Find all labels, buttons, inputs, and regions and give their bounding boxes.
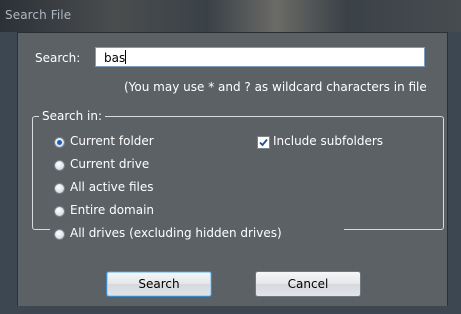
current-drive-radio[interactable] <box>54 160 65 171</box>
checkmark-icon <box>259 138 268 147</box>
search-input[interactable] <box>95 47 425 67</box>
search-label: Search: <box>35 51 81 65</box>
all-active-files-label[interactable]: All active files <box>70 180 154 194</box>
include-subfolders-label[interactable]: Include subfolders <box>273 134 383 148</box>
search-button[interactable]: Search <box>106 271 212 297</box>
cancel-button[interactable]: Cancel <box>255 271 361 297</box>
entire-domain-label[interactable]: Entire domain <box>70 203 154 217</box>
include-subfolders-checkbox[interactable] <box>257 136 270 149</box>
window-frame-bottom <box>0 306 461 314</box>
all-drives-label[interactable]: All drives (excluding hidden drives) <box>70 226 282 240</box>
all-active-files-radio[interactable] <box>54 183 65 194</box>
search-in-legend: Search in: <box>39 109 106 123</box>
entire-domain-radio[interactable] <box>54 206 65 217</box>
window-title: Search File <box>5 8 72 22</box>
current-folder-label[interactable]: Current folder <box>70 134 154 148</box>
wildcard-hint: (You may use * and ? as wildcard charact… <box>124 80 427 94</box>
current-drive-label[interactable]: Current drive <box>70 157 149 171</box>
text-caret <box>125 50 126 64</box>
current-folder-radio[interactable] <box>54 137 65 148</box>
all-drives-radio[interactable] <box>54 229 65 240</box>
title-bar[interactable]: Search File <box>0 0 461 32</box>
